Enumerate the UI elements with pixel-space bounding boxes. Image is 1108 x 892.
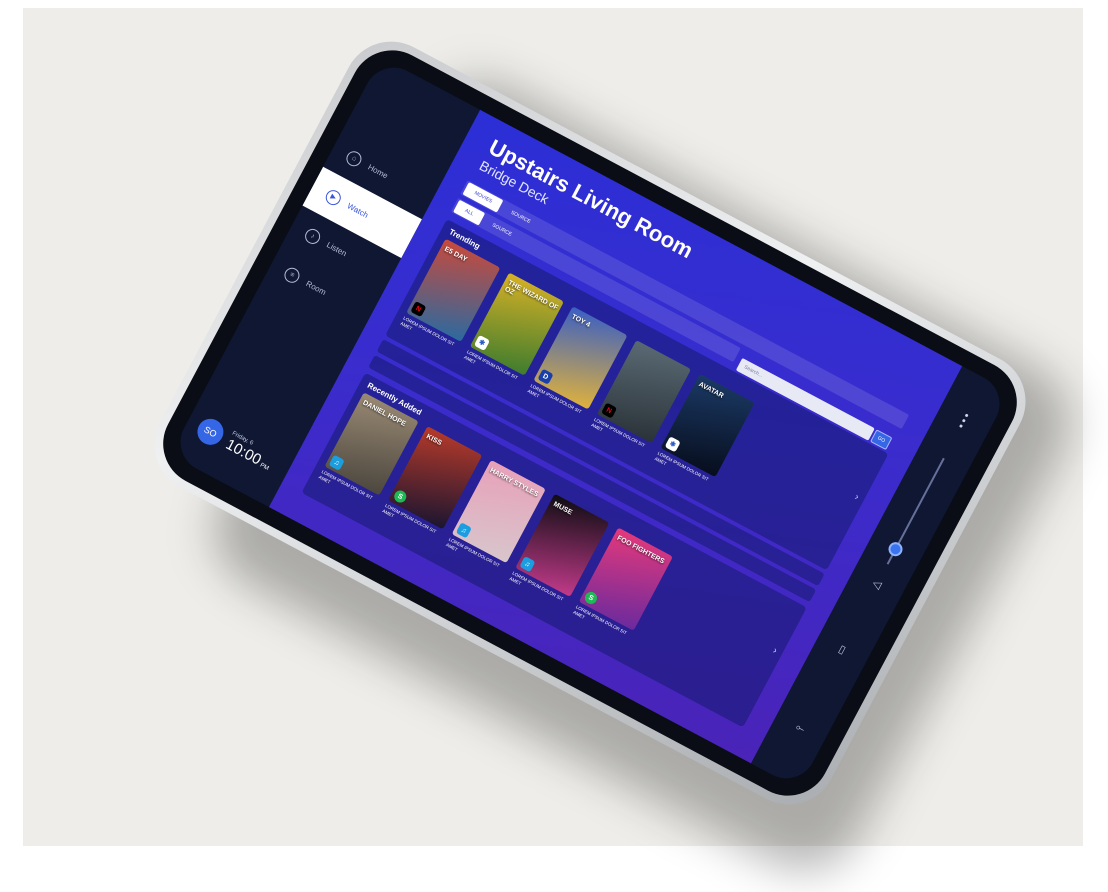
spotify-icon: S bbox=[392, 488, 409, 505]
dot bbox=[961, 418, 966, 423]
sidebar-item-label: Listen bbox=[325, 239, 349, 258]
music-icon: ♪ bbox=[302, 225, 323, 247]
poster-title: AVATAR bbox=[697, 381, 725, 400]
chevron-right-icon[interactable]: › bbox=[853, 492, 861, 503]
poster-title: TOY 4 bbox=[570, 313, 592, 329]
poster-title: THE WIZARD OF OZ bbox=[503, 279, 560, 312]
netflix-icon: N bbox=[410, 300, 427, 318]
speaker-icon[interactable]: ◁ bbox=[870, 576, 884, 592]
share-icon[interactable]: ⟜ bbox=[793, 721, 807, 737]
music-app-icon: ♫ bbox=[519, 556, 536, 573]
poster-title: HARRY STYLES bbox=[488, 467, 540, 499]
media-server-icon: ✱ bbox=[473, 334, 491, 352]
chevron-right-icon[interactable]: › bbox=[771, 645, 779, 656]
poster-title: E5 DAY bbox=[443, 245, 469, 264]
sidebar-item-label: Watch bbox=[345, 200, 370, 220]
netflix-icon: N bbox=[600, 402, 618, 419]
spotify-icon: S bbox=[582, 589, 600, 607]
play-icon: ▶ bbox=[323, 187, 344, 208]
avatar[interactable]: SO bbox=[192, 414, 229, 450]
dot bbox=[958, 424, 964, 429]
disney-plus-icon: D bbox=[537, 368, 554, 385]
more-vertical-icon[interactable] bbox=[958, 413, 969, 430]
sidebar-item-label: Room bbox=[304, 278, 328, 297]
poster-title: KISS bbox=[424, 433, 443, 448]
poster-title: FOO FIGHTERS bbox=[615, 534, 666, 566]
poster-title: MUSE bbox=[552, 500, 574, 517]
equalizer-icon: ≡ bbox=[282, 264, 303, 285]
sidebar-item-label: Home bbox=[366, 162, 390, 181]
dot bbox=[964, 413, 969, 418]
media-server-icon: ✱ bbox=[664, 436, 681, 453]
music-app-icon: ♫ bbox=[328, 454, 345, 471]
remote-icon[interactable]: ▯ bbox=[836, 642, 847, 656]
clock-ampm: PM bbox=[258, 462, 270, 472]
volume-slider-handle[interactable] bbox=[886, 539, 905, 559]
music-app-icon: ♫ bbox=[455, 522, 472, 539]
clock-widget: SO Friday, 6 10:00PM bbox=[192, 414, 277, 475]
home-icon: ⌂ bbox=[344, 148, 365, 169]
